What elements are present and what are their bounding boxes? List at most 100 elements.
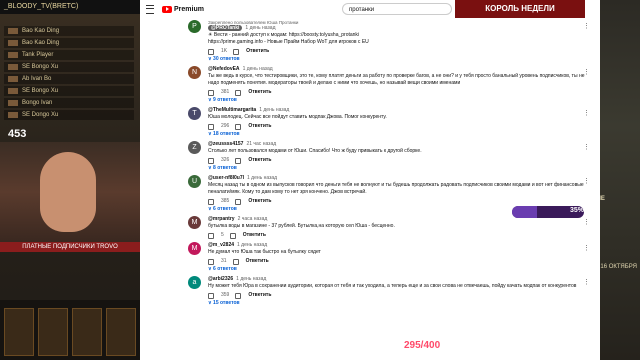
comment: T @TheMultimargarita 1 день назад Юша молод…	[188, 107, 590, 137]
reply-button[interactable]: Ответить	[246, 48, 269, 54]
webcam-feed	[0, 142, 140, 242]
reply-button[interactable]: Ответить	[243, 232, 266, 238]
avatar[interactable]: M	[188, 242, 201, 255]
avatar[interactable]: Z	[188, 141, 201, 154]
dislike-icon[interactable]	[229, 232, 237, 239]
avatar[interactable]: T	[188, 107, 201, 120]
comment: a @arbi2326 1 день назад Ну может тебя Юра …	[188, 276, 590, 306]
avatar[interactable]: N	[188, 66, 201, 79]
replies-toggle[interactable]: ∨ 18 ответов	[208, 131, 588, 137]
goal-progress-fill	[512, 206, 538, 218]
comment-text: Юша молодец. Сейчас все пойдут ставить м…	[208, 114, 387, 120]
player-row: SE Bongo Xu	[4, 62, 134, 72]
comment-author[interactable]: @NefedovEA	[208, 66, 240, 72]
dislike-icon[interactable]	[235, 157, 242, 164]
player-row: Bongo Ivan	[4, 98, 134, 108]
dislike-icon[interactable]	[232, 258, 240, 265]
tank-slot	[38, 308, 68, 356]
comment-actions: 5 Ответить	[208, 230, 588, 239]
comment-text: бутылка воды в магазине - 37 рублей. Бут…	[208, 223, 395, 229]
player-row: SE Dongo Xu	[4, 110, 134, 120]
comment-actions: 296 Ответить	[208, 121, 588, 130]
like-icon[interactable]	[208, 48, 215, 55]
comment-author[interactable]: @arbi2326	[208, 276, 233, 282]
dislike-icon[interactable]	[235, 89, 242, 96]
tank-carousel	[0, 300, 140, 360]
comment-author[interactable]: @zeussss4157	[208, 141, 243, 147]
more-options-icon[interactable]: ⋮	[583, 177, 590, 185]
like-count: 381	[221, 88, 230, 95]
like-icon[interactable]	[208, 198, 215, 205]
dislike-icon[interactable]	[235, 292, 242, 299]
more-options-icon[interactable]: ⋮	[583, 278, 590, 286]
search-input[interactable]: протанки	[342, 3, 452, 15]
comment-date[interactable]: 1 день назад	[236, 276, 266, 282]
avatar[interactable]: U	[188, 175, 201, 188]
dislike-icon[interactable]	[235, 198, 242, 205]
comment-text: Ты же ведь в курсе, что тестировщики, эт…	[208, 73, 585, 86]
comment-actions: 326 Ответить	[208, 155, 588, 164]
more-options-icon[interactable]: ⋮	[583, 244, 590, 252]
comment-date[interactable]: 1 день назад	[243, 66, 273, 72]
like-icon[interactable]	[208, 89, 215, 96]
comment-date[interactable]: 1 день назад	[247, 175, 277, 181]
streamer-face	[40, 152, 96, 232]
comment-actions: 381 Ответить	[208, 87, 588, 96]
comment-author[interactable]: @user-nf8l0u7l	[208, 175, 244, 181]
more-options-icon[interactable]: ⋮	[583, 68, 590, 76]
tank-slot	[4, 308, 34, 356]
paid-subs-bar: ПЛАТНЫЕ ПОДПИСЧИКИ TROVO	[0, 242, 140, 252]
more-options-icon[interactable]: ⋮	[583, 109, 590, 117]
comment: M @mrpantry 2 часа назад бутылка воды в маг…	[188, 216, 590, 239]
comment-date[interactable]: 1 день назад	[245, 25, 275, 31]
reply-button[interactable]: Ответить	[248, 123, 271, 129]
comment-author[interactable]: @m_v2824	[208, 242, 234, 248]
youtube-window: Premium протанки P Закреплено пользовател…	[140, 0, 600, 360]
comment-date[interactable]: 21 час назад	[246, 141, 276, 147]
like-count: 359	[221, 291, 230, 298]
reply-button[interactable]: Ответить	[248, 157, 271, 163]
comment-actions: 31 Ответить	[208, 256, 588, 265]
reply-button[interactable]: Ответить	[248, 198, 271, 204]
dislike-icon[interactable]	[233, 48, 240, 55]
replies-toggle[interactable]: ∨ 9 ответов	[208, 97, 588, 103]
hp-counter: 295/400	[404, 340, 441, 351]
comments-list: P Закреплено пользователем Юша Протанки @P…	[188, 20, 590, 310]
comment-author[interactable]: @PROTanki	[208, 25, 243, 31]
more-options-icon[interactable]: ⋮	[583, 22, 590, 30]
comment-date[interactable]: 1 день назад	[259, 107, 289, 113]
youtube-play-icon	[162, 5, 172, 13]
replies-toggle[interactable]: ∨ 6 ответов	[208, 266, 588, 272]
king-of-week-banner: КОРОЛЬ НЕДЕЛИ	[455, 0, 585, 18]
reply-button[interactable]: Ответить	[248, 292, 271, 298]
channel-name: _BLOODY_TV(BRETC)	[0, 0, 140, 14]
youtube-logo[interactable]: Premium	[162, 5, 204, 13]
avatar[interactable]: M	[188, 216, 201, 229]
like-icon[interactable]	[208, 258, 215, 265]
like-icon[interactable]	[208, 123, 215, 130]
replies-toggle[interactable]: ∨ 15 ответов	[208, 300, 588, 306]
player-row: Bao Kao Ding	[4, 26, 134, 36]
comment: M @m_v2824 1 день назад Не думал что Юша та…	[188, 242, 590, 272]
comment: P Закреплено пользователем Юша Протанки @P…	[188, 20, 590, 62]
menu-icon[interactable]	[146, 5, 154, 14]
comment-author[interactable]: @mrpantry	[208, 216, 235, 222]
like-icon[interactable]	[208, 157, 215, 164]
reply-button[interactable]: Ответить	[246, 258, 269, 264]
like-count: 5	[221, 231, 224, 238]
avatar[interactable]: a	[188, 276, 201, 289]
avatar[interactable]: P	[188, 20, 201, 33]
replies-toggle[interactable]: ∨ 30 ответов	[208, 56, 588, 62]
reply-button[interactable]: Ответить	[248, 89, 271, 95]
like-count: 385	[221, 197, 230, 204]
comment-date[interactable]: 1 день назад	[237, 242, 267, 248]
replies-toggle[interactable]: ∨ 8 ответов	[208, 165, 588, 171]
more-options-icon[interactable]: ⋮	[583, 143, 590, 151]
more-options-icon[interactable]: ⋮	[583, 218, 590, 226]
comment-author[interactable]: @TheMultimargarita	[208, 107, 256, 113]
dislike-icon[interactable]	[235, 123, 242, 130]
comment-actions: 1K Ответить	[208, 46, 588, 55]
like-icon[interactable]	[208, 232, 215, 239]
comment-date[interactable]: 2 часа назад	[238, 216, 268, 222]
like-icon[interactable]	[208, 292, 215, 299]
